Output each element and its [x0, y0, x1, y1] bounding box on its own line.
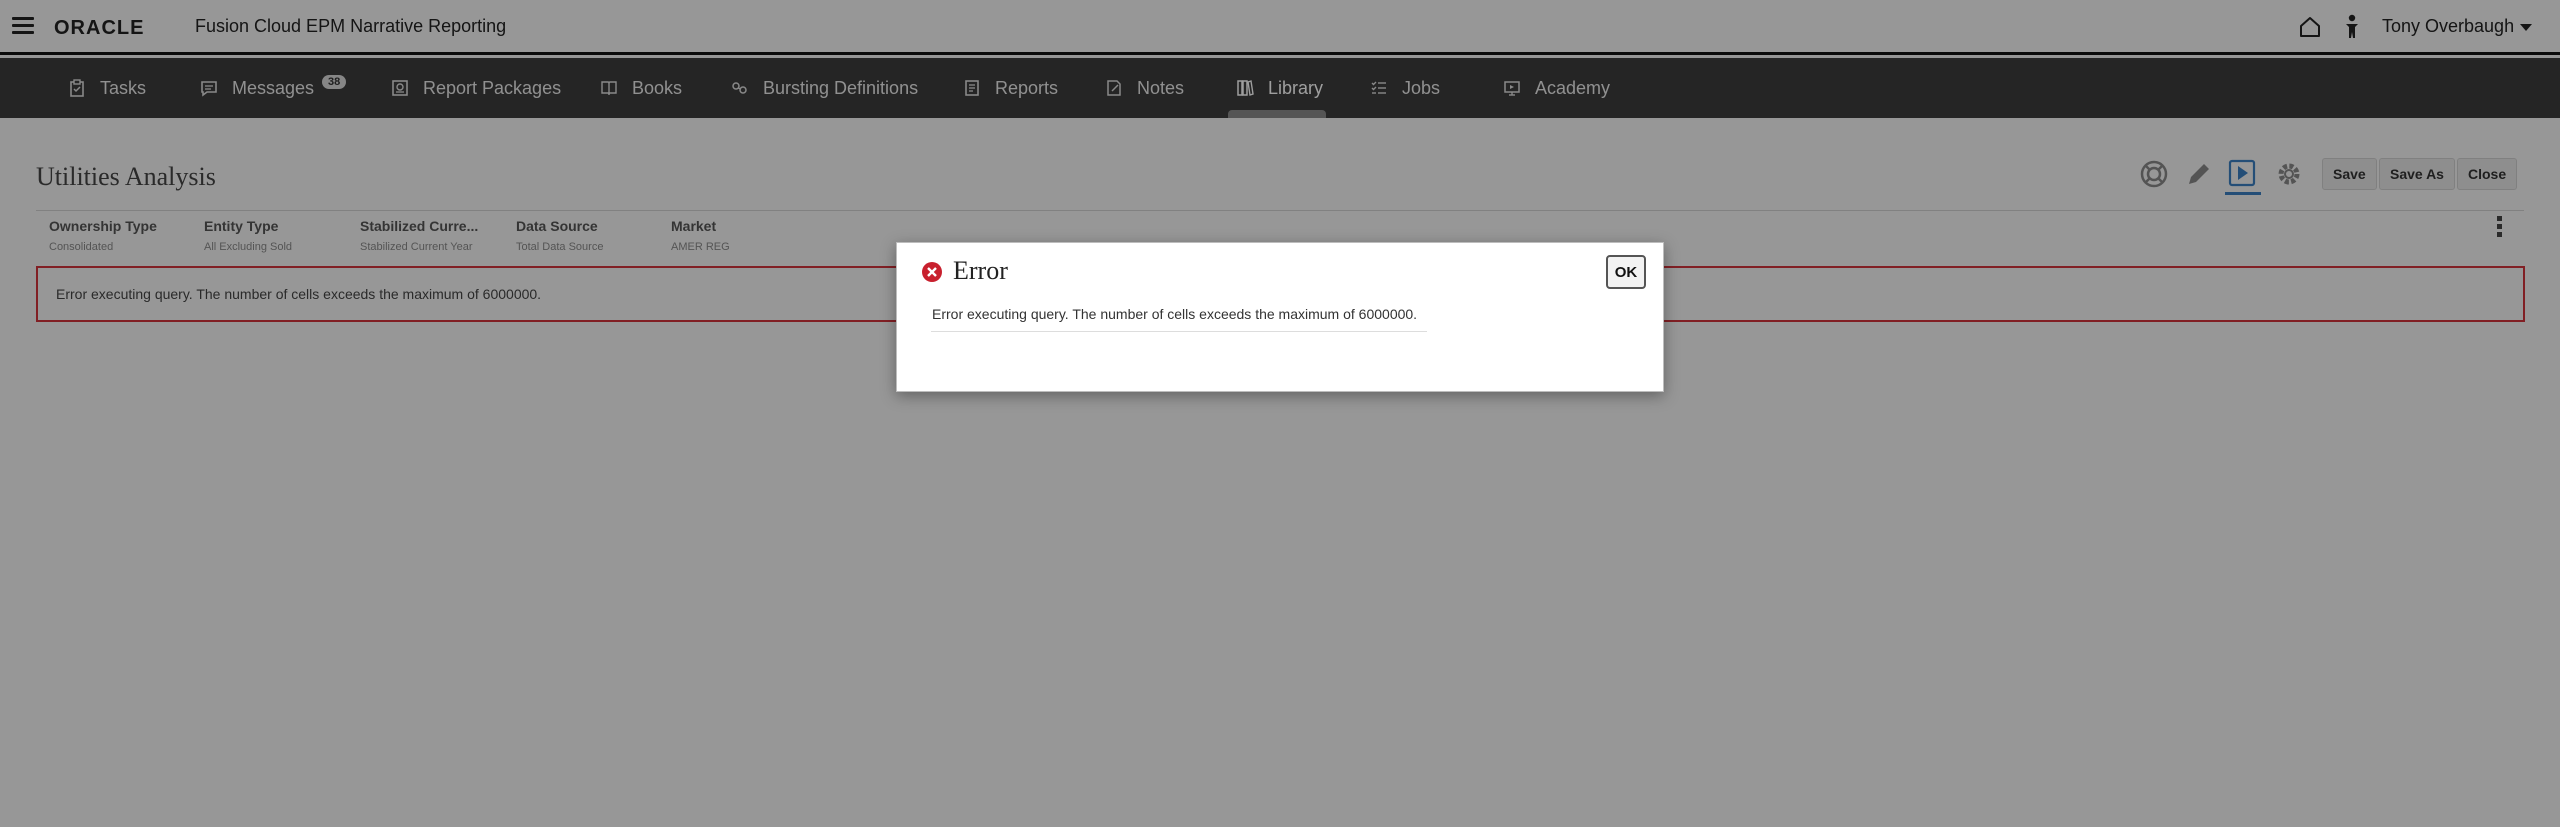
- error-x-icon: [922, 262, 942, 282]
- error-dialog: Error OK Error executing query. The numb…: [896, 242, 1664, 392]
- modal-overlay: [0, 0, 2560, 827]
- dialog-title: Error: [953, 256, 1008, 285]
- ok-button[interactable]: OK: [1606, 255, 1646, 289]
- dialog-divider: [931, 331, 1427, 332]
- dialog-message: Error executing query. The number of cel…: [932, 306, 1418, 322]
